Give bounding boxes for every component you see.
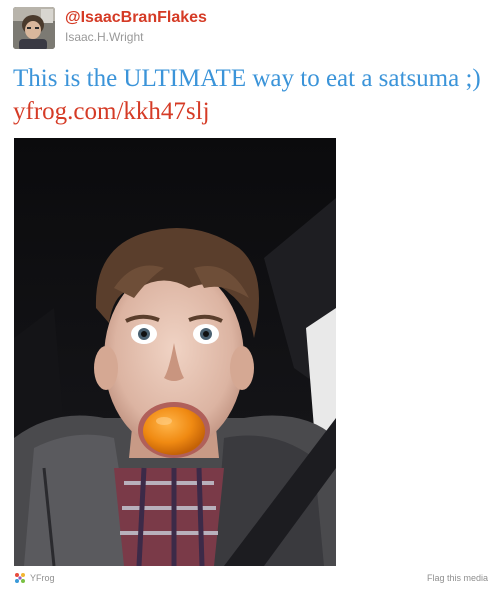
media-photo[interactable] [14,138,336,566]
photo-image [14,138,336,566]
flag-media-link[interactable]: Flag this media [427,573,488,583]
yfrog-logo-icon [15,573,25,583]
user-avatar[interactable] [13,7,55,49]
user-full-name: Isaac.H.Wright [65,30,144,44]
tweet-media-link[interactable]: yfrog.com/kkh47slj [13,98,210,125]
media-footer: YFrog Flag this media [14,571,488,585]
media-provider-name: YFrog [30,573,55,583]
tweet-header: @IsaacBranFlakes Isaac.H.Wright [13,7,207,51]
media-provider-link[interactable]: YFrog [14,572,55,584]
user-handle-link[interactable]: @IsaacBranFlakes [65,8,207,28]
avatar-image [13,7,55,49]
user-names: @IsaacBranFlakes Isaac.H.Wright [65,7,207,45]
tweet-text: This is the ULTIMATE way to eat a satsum… [13,62,483,128]
tweet-body: This is the ULTIMATE way to eat a satsum… [13,65,481,92]
